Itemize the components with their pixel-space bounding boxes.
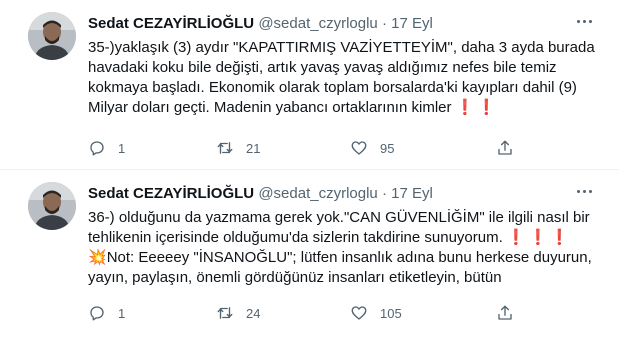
- reply-button[interactable]: 1: [88, 303, 125, 323]
- avatar[interactable]: [28, 182, 76, 230]
- retweet-button[interactable]: 21: [216, 138, 260, 158]
- tweet-text: 35-)yaklaşık (3) aydır "KAPATTIRMIŞ VAZİ…: [88, 38, 613, 118]
- reply-button[interactable]: 1: [88, 138, 125, 158]
- share-icon: [496, 139, 514, 157]
- reply-icon: [88, 139, 106, 157]
- tweet-text: 36-) olduğunu da yazmama gerek yok."CAN …: [88, 208, 613, 288]
- author-name[interactable]: Sedat CEZAYİRLİOĞLU: [88, 185, 254, 202]
- tweet-actions: 1 21 95: [88, 138, 528, 158]
- share-button[interactable]: [496, 138, 514, 158]
- retweet-button[interactable]: 24: [216, 303, 260, 323]
- retweet-count: 24: [246, 305, 261, 321]
- exclamation-emoji: ❗❗: [455, 99, 500, 116]
- author-handle[interactable]: @sedat_czyrloglu: [258, 185, 377, 202]
- like-count: 95: [380, 140, 395, 156]
- more-options-icon[interactable]: [573, 180, 595, 202]
- more-options-icon[interactable]: [573, 10, 595, 32]
- tweet[interactable]: Sedat CEZAYİRLİOĞLU @sedat_czyrloglu · 1…: [0, 0, 619, 170]
- share-button[interactable]: [496, 303, 514, 323]
- author-name[interactable]: Sedat CEZAYİRLİOĞLU: [88, 15, 254, 32]
- heart-icon: [350, 139, 368, 157]
- retweet-icon: [216, 139, 234, 157]
- reply-icon: [88, 304, 106, 322]
- tweet-actions: 1 24 105: [88, 303, 528, 323]
- heart-icon: [350, 304, 368, 322]
- tweet-date[interactable]: 17 Eyl: [391, 185, 433, 202]
- collision-emoji: 💥: [88, 249, 107, 266]
- tweet-header: Sedat CEZAYİRLİOĞLU @sedat_czyrloglu · 1…: [88, 184, 599, 204]
- tweet-header: Sedat CEZAYİRLİOĞLU @sedat_czyrloglu · 1…: [88, 14, 599, 34]
- share-icon: [496, 304, 514, 322]
- retweet-icon: [216, 304, 234, 322]
- like-button[interactable]: 95: [350, 138, 394, 158]
- like-count: 105: [380, 305, 402, 321]
- exclamation-emoji: ❗❗❗: [506, 229, 572, 246]
- like-button[interactable]: 105: [350, 303, 402, 323]
- retweet-count: 21: [246, 140, 261, 156]
- tweet-date[interactable]: 17 Eyl: [391, 15, 433, 32]
- tweet-text-note: Not: Eeeeey "İNSANOĞLU"; lütfen insanlık…: [88, 249, 592, 286]
- reply-count: 1: [118, 305, 126, 321]
- author-handle[interactable]: @sedat_czyrloglu: [258, 15, 377, 32]
- separator-dot: ·: [381, 185, 387, 202]
- reply-count: 1: [118, 140, 126, 156]
- tweet[interactable]: Sedat CEZAYİRLİOĞLU @sedat_czyrloglu · 1…: [0, 170, 619, 340]
- separator-dot: ·: [381, 15, 387, 32]
- tweet-text-body: 35-)yaklaşık (3) aydır "KAPATTIRMIŞ VAZİ…: [88, 39, 595, 116]
- avatar[interactable]: [28, 12, 76, 60]
